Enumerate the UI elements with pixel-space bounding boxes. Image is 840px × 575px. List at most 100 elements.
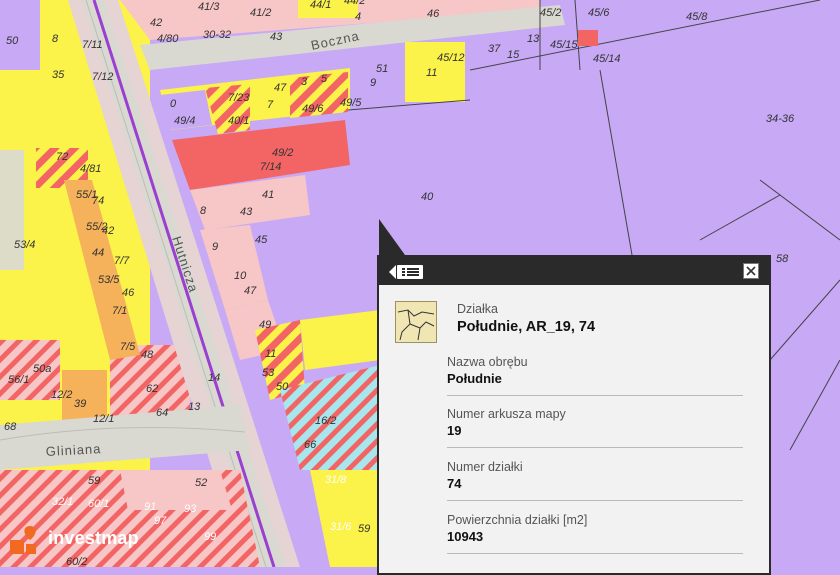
parcel-label: 4 <box>355 11 361 23</box>
parcel-label: 7/1 <box>112 305 127 317</box>
parcel-label: 42 <box>150 17 162 29</box>
field-label: Numer arkusza mapy <box>447 407 566 421</box>
parcel-label: 59 <box>88 475 100 487</box>
parcel-label: 49 <box>259 319 271 331</box>
parcel-label: 8 <box>52 33 59 45</box>
parcel-label: 44 <box>92 247 104 259</box>
parcel-label: 60/1 <box>88 498 109 510</box>
parcel-map-icon <box>395 301 437 343</box>
parcel-label: 14 <box>208 372 220 384</box>
parcel-label: 15 <box>507 49 520 61</box>
parcel-label: 12/2 <box>51 389 72 401</box>
logo-text: investmap <box>48 528 139 548</box>
parcel-label: 11 <box>265 348 276 360</box>
popup-pointer <box>379 219 405 255</box>
parcel-label: 43 <box>270 31 283 43</box>
parcel-label: 72 <box>56 151 68 163</box>
field-label: Numer działki <box>447 460 523 474</box>
parcel-label: 12/1 <box>93 413 114 425</box>
field-value: 74 <box>447 476 462 491</box>
parcel-label: 52 <box>195 477 207 489</box>
parcel-label: 83 <box>0 0 13 3</box>
parcel-label: 62 <box>146 383 158 395</box>
parcel-label: 45/12 <box>437 52 465 64</box>
close-icon <box>746 266 756 276</box>
parcel-label: 91 <box>144 501 156 513</box>
parcel-label: 42 <box>102 225 114 237</box>
parcel-label: 56/1 <box>8 374 29 386</box>
parcel-label: 45/14 <box>593 53 621 65</box>
parcel-label: 58 <box>776 253 789 265</box>
parcel-label: 7/23 <box>228 92 250 104</box>
parcel-label: 46 <box>427 8 440 20</box>
list-icon[interactable] <box>389 265 423 279</box>
parcel-label: 45/15 <box>550 39 578 51</box>
parcel-label: 37 <box>488 43 501 55</box>
feature-type-label: Działka <box>457 302 498 316</box>
parcel-label: 59 <box>358 523 370 535</box>
parcel-label: 4/81 <box>80 163 101 175</box>
parcel-label: 49/2 <box>272 147 293 159</box>
parcel-label: 74 <box>92 195 104 207</box>
parcel-label: 49/6 <box>302 103 324 115</box>
parcel-label: 13 <box>527 33 540 45</box>
parcel-label: 8 <box>200 205 207 217</box>
field-separator <box>447 500 743 501</box>
parcel-label: 66 <box>304 439 317 451</box>
parcel-info-popup: Działka Południe, AR_19, 74 Nazwa obrębu… <box>377 255 771 575</box>
parcel-label: 50 <box>276 381 289 393</box>
parcel-label: 7/14 <box>260 161 281 173</box>
parcel-label: 7/7 <box>114 255 130 267</box>
parcel-label: 41/2 <box>250 7 271 19</box>
close-button[interactable] <box>743 263 759 279</box>
popup-body: Działka Południe, AR_19, 74 Nazwa obrębu… <box>379 285 769 573</box>
parcel-label: 30-32 <box>203 29 231 41</box>
parcel-label: 11 <box>426 67 437 79</box>
parcel-label: 45/8 <box>686 11 708 23</box>
parcel-label: 31/6 <box>330 521 352 533</box>
parcel-label: 7 <box>267 99 274 111</box>
field-numer-dzialki: Numer działki 74 <box>447 460 743 491</box>
parcel-label: 13 <box>188 401 201 413</box>
parcel-label: 7/12 <box>92 71 113 83</box>
field-separator <box>447 553 743 554</box>
parcel-label: 4/80 <box>157 33 179 45</box>
parcel-label: 46 <box>122 287 135 299</box>
parcel-label: 39 <box>74 398 86 410</box>
field-separator <box>447 395 743 396</box>
parcel-label: 0 <box>170 98 177 110</box>
field-value: Południe <box>447 371 502 386</box>
parcel-label: 48 <box>141 349 154 361</box>
logo-mark-icon <box>10 526 36 554</box>
field-nazwa-obrebu: Nazwa obrębu Południe <box>447 355 743 386</box>
parcel-label: 41/3 <box>198 1 220 13</box>
field-label: Powierzchnia działki [m2] <box>447 513 588 527</box>
parcel-label: 64 <box>156 407 168 419</box>
parcel-label: 44/1 <box>310 0 331 11</box>
parcel-label: 41 <box>262 189 274 201</box>
parcel-label: 49/4 <box>174 115 195 127</box>
parcel-label: 53 <box>262 367 275 379</box>
parcel-label: 50a <box>33 363 51 375</box>
parcel-label: 51 <box>376 63 388 75</box>
parcel-label: 31/8 <box>325 474 347 486</box>
field-value: 19 <box>447 423 462 438</box>
parcel-label: 40 <box>421 191 434 203</box>
field-label: Nazwa obrębu <box>447 355 528 369</box>
parcel-label: 45/6 <box>588 7 610 19</box>
parcel-label: 10 <box>234 270 247 282</box>
parcel-label: 49/5 <box>340 97 362 109</box>
parcel-label: 47 <box>274 82 287 94</box>
parcel-label: 50 <box>6 35 19 47</box>
field-numer-arkusza: Numer arkusza mapy 19 <box>447 407 743 438</box>
parcel-label: 9 <box>370 77 376 89</box>
field-powierzchnia: Powierzchnia działki [m2] 10943 <box>447 513 743 544</box>
parcel-label: 5 <box>321 73 328 85</box>
parcel-label: 93 <box>184 503 197 515</box>
popup-header <box>379 255 769 285</box>
parcel-label: 45 <box>255 234 268 246</box>
parcel-label: 43 <box>240 206 253 218</box>
investmap-logo: investmap <box>8 524 178 558</box>
parcel-label: 7/5 <box>120 341 136 353</box>
parcel-label: 99 <box>204 531 216 543</box>
